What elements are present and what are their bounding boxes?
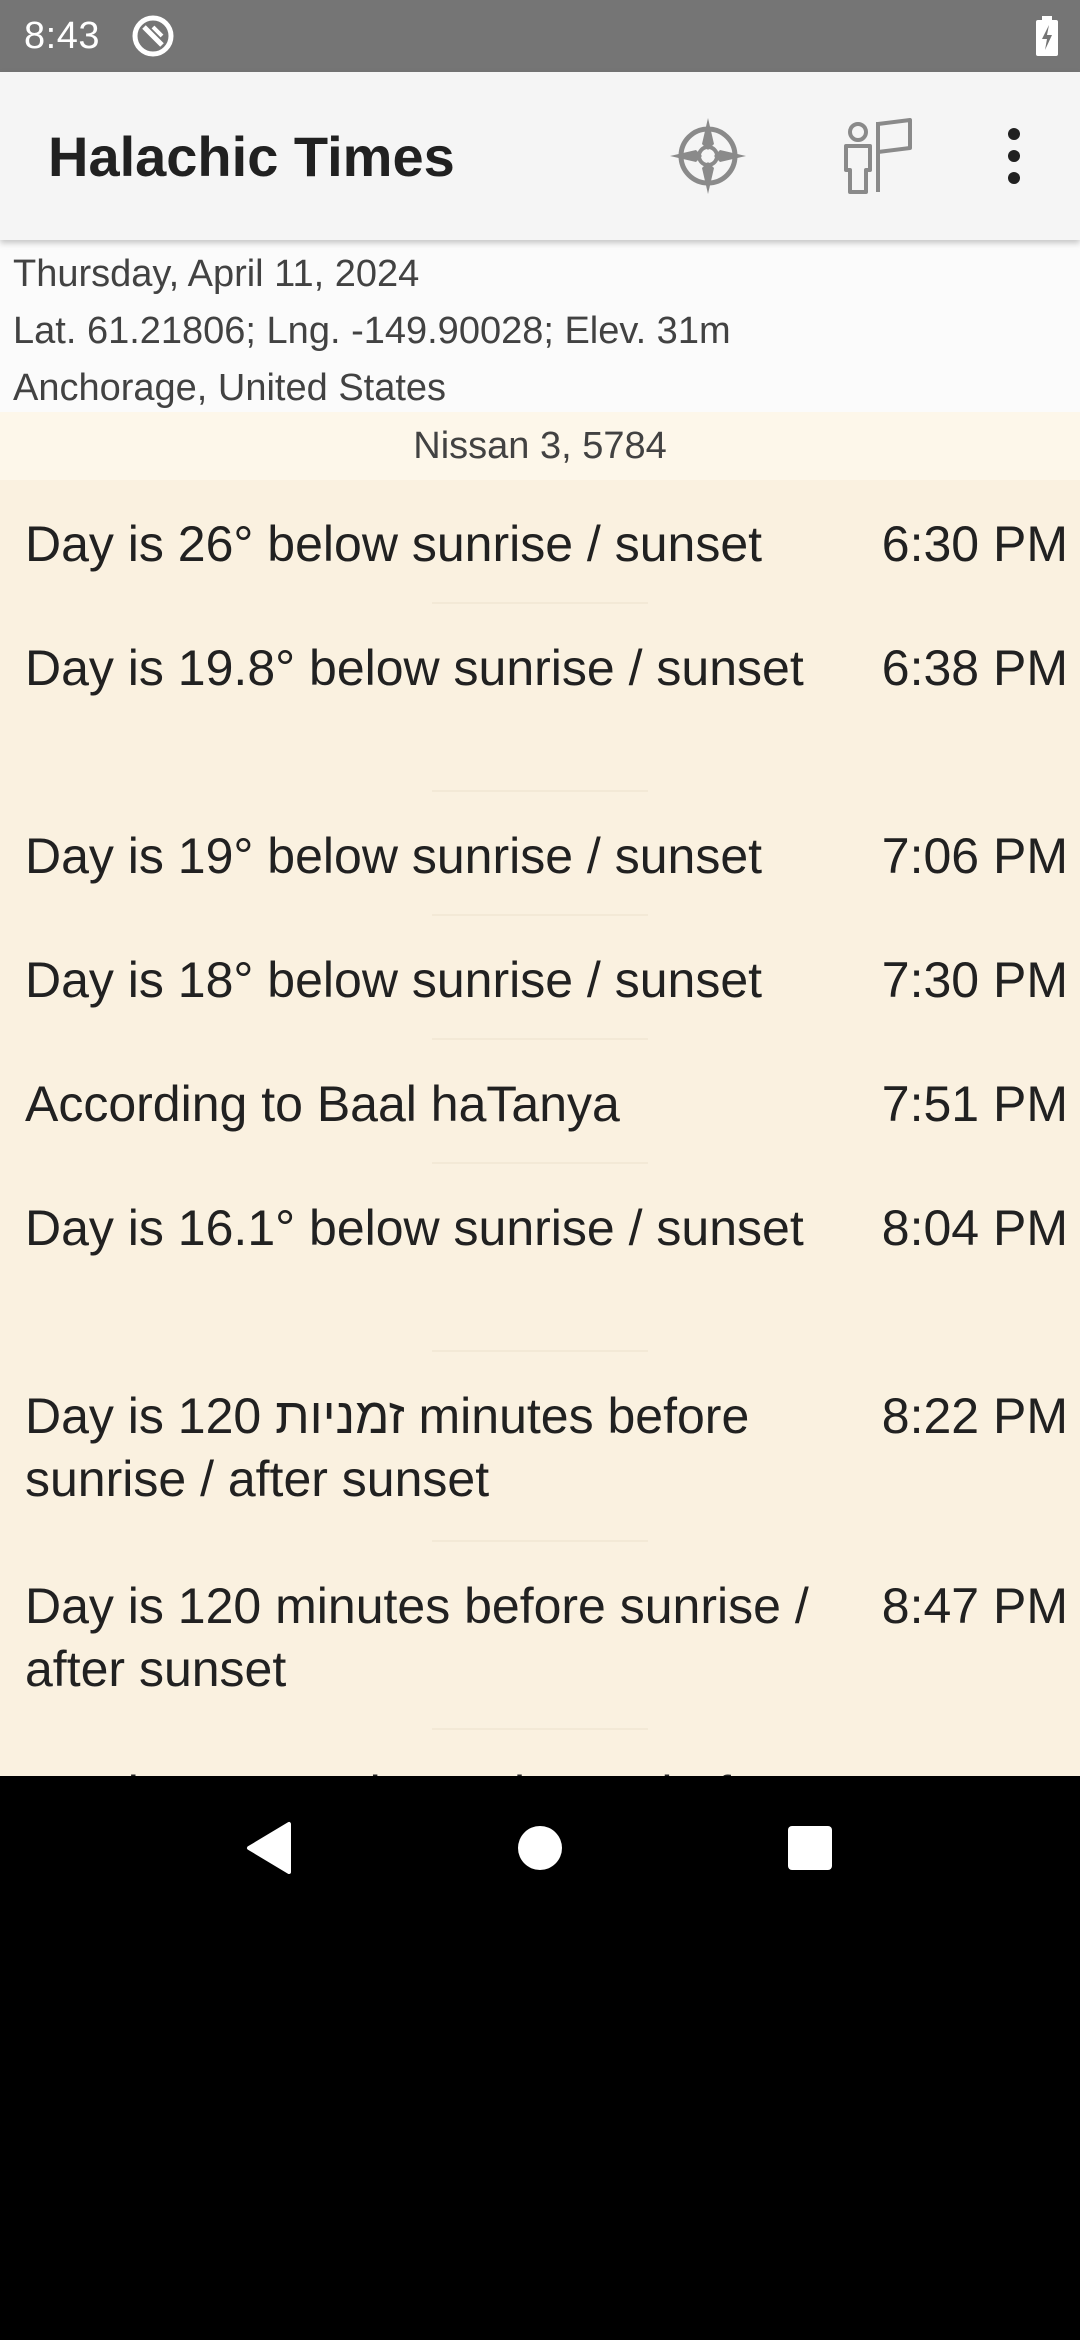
list-item[interactable]: Day is 120 זמניות minutes before sunrise… bbox=[0, 1352, 1080, 1542]
navigation-bar bbox=[0, 1776, 1080, 1920]
compass-button[interactable] bbox=[660, 108, 756, 204]
recents-button[interactable] bbox=[760, 1798, 860, 1898]
coordinates-text: Lat. 61.21806; Lng. -149.90028; Elev. 31… bbox=[13, 310, 731, 352]
zman-time: 6:30 PM bbox=[881, 516, 1068, 572]
gregorian-date: Thursday, April 11, 2024 bbox=[13, 253, 420, 295]
location-icon bbox=[844, 118, 912, 194]
zman-label: Day is 96 zmaniyos minutes before sunris… bbox=[25, 1763, 845, 1776]
home-button[interactable] bbox=[490, 1798, 590, 1898]
screen: 8:43 Halachic Times Thursday, April 11, … bbox=[0, 0, 1080, 2340]
zman-label: Day is 18° below sunrise / sunset bbox=[25, 952, 763, 1008]
compass-icon bbox=[670, 118, 746, 194]
zmanim-list[interactable]: Day is 26° below sunrise / sunset 6:30 P… bbox=[0, 480, 1080, 1776]
zman-label: Day is 120 minutes before sunrise / afte… bbox=[25, 1578, 809, 1697]
location-button[interactable] bbox=[830, 108, 926, 204]
zman-label: Day is 19.8° below sunrise / sunset bbox=[25, 640, 804, 696]
list-item[interactable]: Day is 26° below sunrise / sunset 6:30 P… bbox=[0, 480, 1080, 604]
status-time: 8:43 bbox=[24, 14, 100, 57]
zman-label: According to Baal haTanya bbox=[25, 1076, 620, 1132]
list-item[interactable]: Day is 96 zmaniyos minutes before sunris… bbox=[0, 1730, 1080, 1776]
back-button[interactable] bbox=[218, 1798, 318, 1898]
app-title: Halachic Times bbox=[48, 125, 455, 188]
app-bar: Halachic Times bbox=[0, 72, 1080, 240]
zman-label: Day is 26° below sunrise / sunset bbox=[25, 516, 763, 572]
list-item[interactable]: According to Baal haTanya 7:51 PM bbox=[0, 1040, 1080, 1164]
recents-icon bbox=[788, 1826, 832, 1870]
list-item[interactable]: Day is 120 minutes before sunrise / afte… bbox=[0, 1542, 1080, 1730]
location-name: Anchorage, United States bbox=[13, 367, 447, 409]
zman-time: 7:51 PM bbox=[881, 1076, 1068, 1132]
location-header[interactable]: Thursday, April 11, 2024 Lat. 61.21806; … bbox=[0, 240, 1080, 412]
zman-time: 6:38 PM bbox=[881, 640, 1068, 696]
more-options-button[interactable] bbox=[966, 108, 1062, 204]
zman-time: 8:22 PM bbox=[881, 1388, 1068, 1444]
zman-time: 8:51 PM bbox=[882, 1763, 1068, 1776]
home-icon bbox=[518, 1826, 562, 1870]
zman-label: Day is 16.1° below sunrise / sunset bbox=[25, 1200, 804, 1256]
more-vert-icon bbox=[1008, 128, 1020, 184]
hebrew-date: Nissan 3, 5784 bbox=[0, 412, 1080, 480]
zman-time: 8:04 PM bbox=[881, 1200, 1068, 1256]
at-sign-icon bbox=[132, 15, 174, 57]
back-icon bbox=[247, 1822, 291, 1874]
list-item[interactable]: Day is 16.1° below sunrise / sunset 8:04… bbox=[0, 1164, 1080, 1352]
zman-time: 8:47 PM bbox=[881, 1578, 1068, 1634]
zman-label: Day is 19° below sunrise / sunset bbox=[25, 828, 763, 884]
battery-charging-icon bbox=[1036, 16, 1058, 56]
zman-label: Day is 120 זמניות minutes before sunrise… bbox=[25, 1388, 750, 1507]
list-item[interactable]: Day is 19° below sunrise / sunset 7:06 P… bbox=[0, 792, 1080, 916]
status-bar: 8:43 bbox=[0, 0, 1080, 72]
list-item[interactable]: Day is 18° below sunrise / sunset 7:30 P… bbox=[0, 916, 1080, 1040]
zman-time: 7:06 PM bbox=[881, 828, 1068, 884]
zman-time: 7:30 PM bbox=[881, 952, 1068, 1008]
list-item[interactable]: Day is 19.8° below sunrise / sunset 6:38… bbox=[0, 604, 1080, 792]
